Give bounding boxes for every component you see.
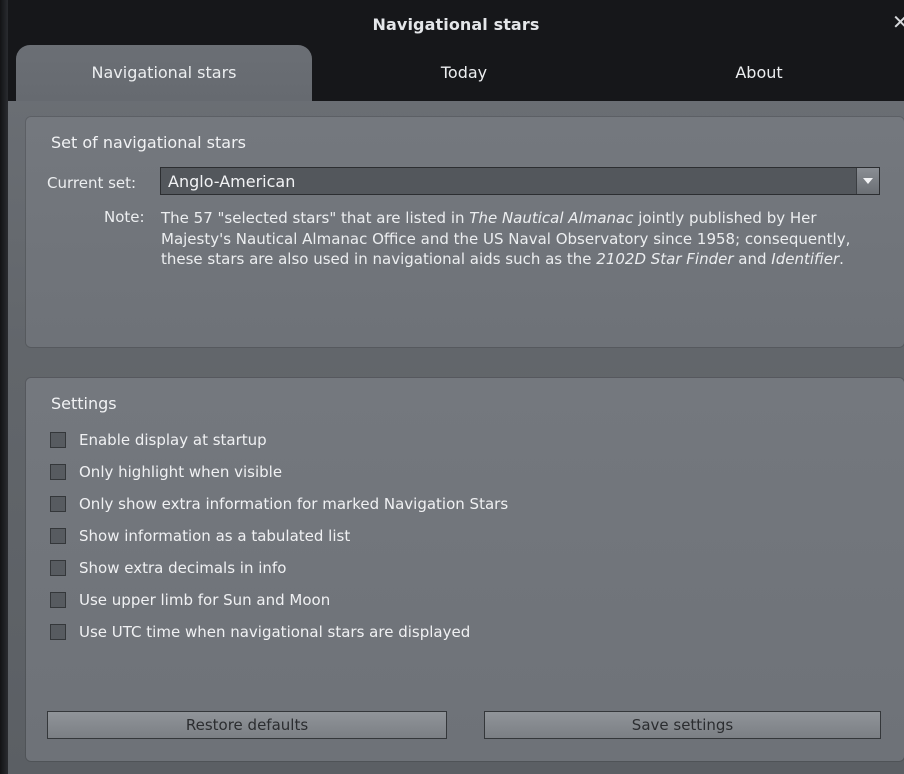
- checkbox[interactable]: [50, 496, 66, 512]
- note-part: .: [839, 250, 844, 268]
- checkbox-label: Show information as a tabulated list: [79, 527, 351, 545]
- tab-navigational-stars[interactable]: Navigational stars: [16, 45, 312, 101]
- current-set-dropdown[interactable]: Anglo-American: [160, 167, 880, 195]
- navigational-stars-window: Navigational stars ✕ Navigational stars …: [8, 0, 904, 774]
- window-title: Navigational stars: [372, 15, 540, 34]
- checkbox-label: Show extra decimals in info: [79, 559, 287, 577]
- note-part: 2102D Star Finder: [596, 250, 734, 268]
- current-set-label: Current set:: [47, 174, 137, 192]
- tab-bar: Navigational stars Today About: [8, 45, 904, 101]
- note-part: The Nautical Almanac: [469, 209, 634, 227]
- close-icon[interactable]: ✕: [892, 12, 904, 32]
- note-text: The 57 "selected stars" that are listed …: [161, 208, 879, 270]
- checkbox-label: Only highlight when visible: [79, 463, 283, 481]
- tab-today[interactable]: Today: [314, 45, 614, 101]
- tab-about[interactable]: About: [614, 45, 904, 101]
- checkbox[interactable]: [50, 528, 66, 544]
- save-settings-button[interactable]: Save settings: [484, 711, 881, 739]
- note-part: and: [733, 250, 772, 268]
- set-of-navigational-stars-panel: Set of navigational stars Current set: A…: [26, 117, 904, 347]
- title-bar[interactable]: Navigational stars ✕: [8, 0, 904, 45]
- checkbox[interactable]: [50, 592, 66, 608]
- checkbox-label: Only show extra information for marked N…: [79, 495, 509, 513]
- window-edge: [0, 0, 8, 774]
- checkbox[interactable]: [50, 464, 66, 480]
- restore-defaults-button[interactable]: Restore defaults: [47, 711, 447, 739]
- settings-panel-title: Settings: [51, 394, 117, 413]
- checkbox[interactable]: [50, 432, 66, 448]
- chevron-down-icon[interactable]: [856, 168, 879, 194]
- checkbox-label: Use upper limb for Sun and Moon: [79, 591, 331, 609]
- checkbox[interactable]: [50, 560, 66, 576]
- checkbox[interactable]: [50, 624, 66, 640]
- current-set-value: Anglo-American: [168, 172, 296, 191]
- note-part: The 57 "selected stars" that are listed …: [161, 209, 470, 227]
- set-panel-title: Set of navigational stars: [51, 133, 246, 152]
- checkbox-label: Enable display at startup: [79, 431, 267, 449]
- settings-panel: Settings Enable display at startup Only …: [26, 378, 904, 761]
- note-part: Identifier: [771, 250, 840, 268]
- checkbox-label: Use UTC time when navigational stars are…: [79, 623, 471, 641]
- note-label: Note:: [104, 208, 145, 226]
